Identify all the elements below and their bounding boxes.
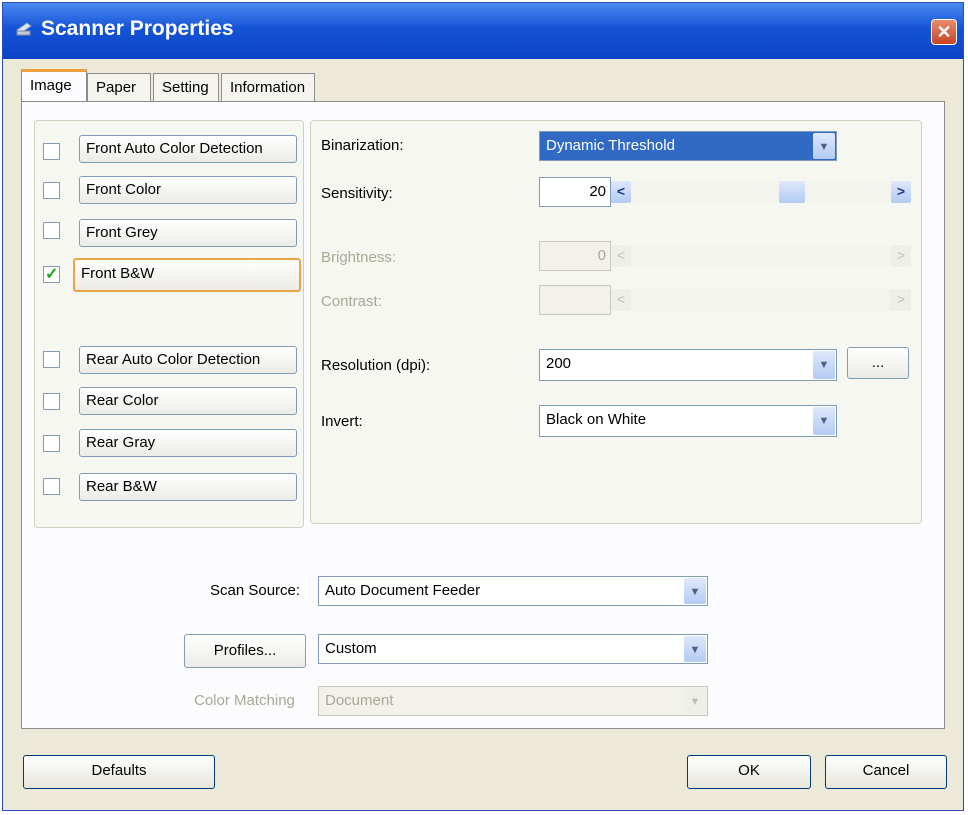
rear-bw-checkbox[interactable] (43, 478, 60, 495)
sensitivity-value[interactable]: 20 (539, 177, 611, 207)
rear-auto-color-button[interactable]: Rear Auto Color Detection (79, 346, 297, 374)
rear-gray-button[interactable]: Rear Gray (79, 429, 297, 457)
front-grey-button[interactable]: Front Grey (79, 219, 297, 247)
color-matching-value: Document (325, 692, 394, 709)
tab-information[interactable]: Information (221, 73, 315, 101)
brightness-value: 0 (539, 241, 611, 271)
scanner-properties-window: Scanner Properties ✕ Image Paper Setting… (2, 2, 964, 811)
close-button[interactable]: ✕ (931, 19, 957, 45)
chevron-right-icon[interactable]: > (891, 181, 911, 203)
close-icon: ✕ (936, 22, 952, 42)
image-settings-group: Binarization: Dynamic Threshold ▼ Sensit… (310, 120, 922, 524)
ok-button[interactable]: OK (687, 755, 811, 789)
window-title: Scanner Properties (41, 17, 234, 40)
resolution-value: 200 (546, 355, 572, 372)
resolution-dropdown[interactable]: 200 ▼ (539, 349, 837, 381)
contrast-label: Contrast: (321, 293, 382, 310)
image-type-group: Front Auto Color Detection Front Color F… (34, 120, 304, 528)
chevron-down-icon[interactable]: ▼ (684, 636, 706, 662)
front-color-checkbox[interactable] (43, 182, 60, 199)
chevron-down-icon[interactable]: ▼ (813, 407, 835, 435)
binarization-dropdown[interactable]: Dynamic Threshold ▼ (539, 131, 837, 161)
profiles-dropdown[interactable]: Custom ▼ (318, 634, 708, 664)
cancel-button[interactable]: Cancel (825, 755, 947, 789)
front-bw-checkbox[interactable] (43, 264, 60, 284)
chevron-right-icon: > (891, 245, 911, 267)
chevron-down-icon[interactable]: ▼ (813, 133, 835, 159)
rear-gray-checkbox[interactable] (43, 435, 60, 452)
tab-image[interactable]: Image (21, 69, 87, 103)
front-bw-button[interactable]: Front B&W (73, 258, 301, 292)
chevron-left-icon: < (611, 289, 631, 311)
invert-label: Invert: (321, 413, 363, 430)
tab-setting[interactable]: Setting (153, 73, 219, 101)
resolution-more-button[interactable]: ... (847, 347, 909, 379)
color-matching-dropdown: Document ▼ (318, 686, 708, 716)
brightness-label: Brightness: (321, 249, 397, 266)
chevron-down-icon: ▼ (684, 688, 706, 714)
chevron-left-icon[interactable]: < (611, 181, 631, 203)
binarization-value: Dynamic Threshold (546, 137, 675, 154)
rear-auto-color-checkbox[interactable] (43, 351, 60, 368)
chevron-left-icon: < (611, 245, 631, 267)
color-matching-label: Color Matching (194, 692, 295, 709)
image-tab-panel: Front Auto Color Detection Front Color F… (21, 101, 945, 729)
brightness-slider: < > (611, 245, 911, 267)
scan-source-dropdown[interactable]: Auto Document Feeder ▼ (318, 576, 708, 606)
profiles-button[interactable]: Profiles... (184, 634, 306, 668)
invert-value: Black on White (546, 411, 647, 428)
sensitivity-slider[interactable]: < > (611, 181, 911, 203)
defaults-button[interactable]: Defaults (23, 755, 215, 789)
scan-source-value: Auto Document Feeder (325, 582, 481, 599)
front-auto-color-checkbox[interactable] (43, 143, 60, 160)
rear-bw-button[interactable]: Rear B&W (79, 473, 297, 501)
chevron-down-icon[interactable]: ▼ (684, 578, 706, 604)
scan-source-label: Scan Source: (210, 582, 301, 599)
front-color-button[interactable]: Front Color (79, 176, 297, 204)
front-grey-checkbox[interactable] (43, 222, 60, 239)
front-auto-color-button[interactable]: Front Auto Color Detection (79, 135, 297, 163)
binarization-label: Binarization: (321, 137, 404, 154)
contrast-slider: < > (611, 289, 911, 311)
slider-thumb[interactable] (779, 181, 805, 203)
contrast-value (539, 285, 611, 315)
sensitivity-label: Sensitivity: (321, 185, 393, 202)
rear-color-checkbox[interactable] (43, 393, 60, 410)
scanner-icon (16, 22, 32, 36)
tab-paper[interactable]: Paper (87, 73, 151, 101)
resolution-label: Resolution (dpi): (321, 357, 431, 374)
chevron-down-icon[interactable]: ▼ (813, 351, 835, 379)
title-bar: Scanner Properties ✕ (3, 3, 963, 59)
profiles-value: Custom (325, 640, 377, 657)
rear-color-button[interactable]: Rear Color (79, 387, 297, 415)
invert-dropdown[interactable]: Black on White ▼ (539, 405, 837, 437)
chevron-right-icon: > (891, 289, 911, 311)
